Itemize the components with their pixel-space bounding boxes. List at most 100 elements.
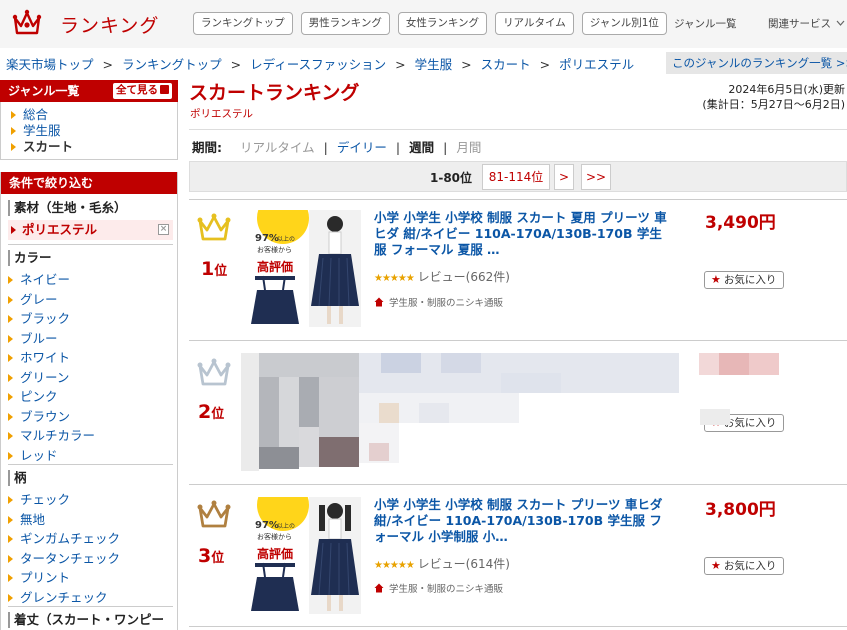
breadcrumb-rakuten-top[interactable]: 楽天市場トップ <box>6 57 94 72</box>
breadcrumb-school-uniform[interactable]: 学生服 <box>415 57 453 72</box>
rank-suffix: 位 <box>211 551 225 566</box>
breadcrumb-skirt[interactable]: スカート <box>481 57 531 72</box>
remove-filter-icon[interactable]: × <box>158 224 169 235</box>
color-filter-list: ネイビー グレー ブラック ブルー ホワイト グリーン ピンク ブラウン マルチ… <box>8 270 173 465</box>
period-realtime: リアルタイム <box>240 140 315 155</box>
period-monthly: 月間 <box>456 140 482 155</box>
product-price: 3,800円 <box>705 500 776 520</box>
material-selected-label: ポリエステル <box>22 222 98 237</box>
color-item-navy[interactable]: ネイビー <box>8 270 173 290</box>
ranking-item: 1位 97% 以上の お客様から 高評価 小学 小学生 小学校 制服 スカート … <box>189 200 847 340</box>
nav-genre-list-link[interactable]: ジャンル一覧 <box>674 16 736 31</box>
badge-text-3: 高評価 <box>257 259 293 274</box>
product-thumbnail[interactable]: 97% 以上の お客様から 高評価 <box>249 497 361 614</box>
update-info: 2024年6月5日(水)更新 (集計日：5月27日〜6月2日) <box>702 82 845 112</box>
breadcrumb-ranking-top[interactable]: ランキングトップ <box>122 57 222 72</box>
badge-text-1: 以上の <box>277 235 295 243</box>
material-filter: 素材（生地・毛糸） ポリエステル × <box>8 200 173 240</box>
pagination-current: 1-80位 <box>430 171 473 185</box>
product-title-link[interactable]: 小学 小学生 小学校 制服 スカート プリーツ 車ヒダ 紺/ネイビー 110A-… <box>374 497 674 545</box>
pagination-next-range-button[interactable]: 81-114位 <box>482 164 550 190</box>
pattern-filter: 柄 チェック 無地 ギンガムチェック タータンチェック プリント グレンチェック <box>8 470 173 607</box>
star-icon: ★ <box>711 273 721 286</box>
color-item-pink[interactable]: ピンク <box>8 387 173 407</box>
length-filter: 着丈（スカート・ワンピー <box>8 612 173 630</box>
nav-men-ranking-button[interactable]: 男性ランキング <box>300 12 390 35</box>
nav-ranking-top-button[interactable]: ランキングトップ <box>193 12 293 35</box>
rank-number: 1位 <box>201 258 227 280</box>
page-title: スカートランキング <box>189 82 360 104</box>
color-item-green[interactable]: グリーン <box>8 368 173 388</box>
pattern-item-tartan[interactable]: タータンチェック <box>8 549 173 569</box>
shop-name-link[interactable]: 学生服・制服のニシキ通販 <box>389 584 503 595</box>
nav-realtime-button[interactable]: リアルタイム <box>495 12 574 35</box>
nav-related-services[interactable]: 関連サービス <box>768 16 845 31</box>
filter-divider <box>8 244 173 245</box>
review-link[interactable]: レビュー(662件) <box>418 270 510 284</box>
ranking-crown-logo-icon[interactable] <box>12 8 42 38</box>
period-daily-link[interactable]: デイリー <box>337 140 387 155</box>
crown-silver-icon <box>197 358 231 386</box>
genre-item-school-uniform[interactable]: 学生服 <box>11 123 177 139</box>
pagination-last-button[interactable]: >> <box>581 164 611 190</box>
genre-item-skirt[interactable]: スカート <box>11 139 177 155</box>
material-selected-polyester[interactable]: ポリエステル × <box>8 220 173 240</box>
shop-name-link[interactable]: 学生服・制服のニシキ通販 <box>389 298 503 309</box>
rank-value: 3 <box>198 545 212 567</box>
nav-genre-first-button[interactable]: ジャンル別1位 <box>581 12 667 35</box>
product-title-link[interactable]: 小学 小学生 小学校 制服 スカート 夏用 プリーツ 車ヒダ 紺/ネイビー 11… <box>374 210 674 258</box>
badge-text-2: お客様から <box>257 245 292 254</box>
breadcrumb-ladies-fashion[interactable]: レディースファッション <box>250 57 386 72</box>
pattern-item-glen-check[interactable]: グレンチェック <box>8 588 173 608</box>
color-item-red[interactable]: レッド <box>8 446 173 466</box>
pixelated-overlay <box>700 409 730 425</box>
pattern-item-print[interactable]: プリント <box>8 568 173 588</box>
rank-suffix: 位 <box>211 407 225 422</box>
product-price: 3,490円 <box>705 213 776 233</box>
ranking-item: 3位 97% 以上の お客様から 高評価 小学 小学生 小学校 制服 スカート … <box>189 485 847 625</box>
ranking-logo-text[interactable]: ランキング <box>60 11 159 38</box>
breadcrumb-polyester[interactable]: ポリエステル <box>559 57 634 72</box>
rank-number: 3位 <box>198 545 224 567</box>
pagination-next-button[interactable]: > <box>554 164 574 190</box>
shop-home-icon <box>374 297 384 307</box>
top-nav: ランキングトップ 男性ランキング 女性ランキング リアルタイム ジャンル別1位 <box>193 12 667 35</box>
badge-text-1: 以上の <box>277 522 295 530</box>
genre-list-header: ジャンル一覧 全て見る <box>0 80 178 102</box>
crown-gold-icon <box>197 213 231 241</box>
rank-suffix: 位 <box>214 264 228 279</box>
badge-pct: 97% <box>255 233 279 244</box>
see-all-label: 全て見る <box>116 84 158 96</box>
pattern-item-check[interactable]: チェック <box>8 490 173 510</box>
color-item-gray[interactable]: グレー <box>8 290 173 310</box>
color-item-brown[interactable]: ブラウン <box>8 407 173 427</box>
color-item-multicolor[interactable]: マルチカラー <box>8 426 173 446</box>
see-all-button[interactable]: 全て見る <box>113 83 172 99</box>
product-rating: ★★★★★ レビュー(662件) <box>374 268 510 285</box>
genre-list-panel: ジャンル一覧 全て見る 総合 学生服 スカート <box>0 80 178 160</box>
product-thumbnail[interactable]: 97% 以上の お客様から 高評価 <box>249 210 361 327</box>
length-filter-title: 着丈（スカート・ワンピー <box>8 612 173 628</box>
color-item-black[interactable]: ブラック <box>8 309 173 329</box>
color-item-blue[interactable]: ブルー <box>8 329 173 349</box>
badge-text-3: 高評価 <box>257 546 293 561</box>
color-item-white[interactable]: ホワイト <box>8 348 173 368</box>
genre-item-overall[interactable]: 総合 <box>11 107 177 123</box>
color-filter: カラー ネイビー グレー ブラック ブルー ホワイト グリーン ピンク ブラウン… <box>8 250 173 465</box>
pattern-item-gingham[interactable]: ギンガムチェック <box>8 529 173 549</box>
period-weekly-selected[interactable]: 週間 <box>409 140 434 155</box>
row-divider <box>189 626 847 627</box>
badge-text-2: お客様から <box>257 532 292 541</box>
favorite-button[interactable]: ★お気に入り <box>704 557 784 575</box>
header-divider <box>189 129 847 130</box>
favorite-button[interactable]: ★お気に入り <box>704 271 784 289</box>
pattern-item-plain[interactable]: 無地 <box>8 510 173 530</box>
filter-header: 条件で絞り込む <box>1 172 177 194</box>
pattern-filter-list: チェック 無地 ギンガムチェック タータンチェック プリント グレンチェック <box>8 490 173 607</box>
nav-women-ranking-button[interactable]: 女性ランキング <box>397 12 488 35</box>
rating-stars: ★★★★★ <box>374 560 415 571</box>
review-link[interactable]: レビュー(614件) <box>418 557 510 571</box>
genre-ranking-list-link[interactable]: このジャンルのランキング一覧 >> <box>666 52 847 74</box>
shop-info: 学生服・制服のニシキ通販 <box>374 581 503 595</box>
favorite-label: お気に入り <box>723 417 777 429</box>
